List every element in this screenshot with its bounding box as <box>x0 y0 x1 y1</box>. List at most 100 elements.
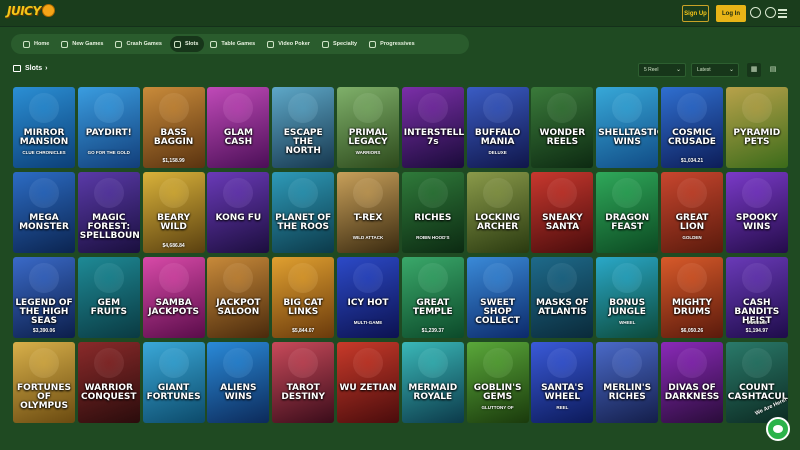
top-bar: JUICY Sign Up Log In <box>0 0 800 27</box>
game-tile[interactable]: SWEET SHOP COLLECT <box>466 257 529 338</box>
game-tile[interactable]: WONDER REELS <box>531 87 594 168</box>
game-art <box>482 263 513 293</box>
game-tile[interactable]: SANTA'S WHEEL REEL <box>531 342 594 423</box>
game-tile[interactable]: MAGIC FOREST: SPELLBOUND <box>77 172 140 253</box>
user-icon[interactable] <box>750 7 761 18</box>
game-art <box>29 178 59 208</box>
nav-item-specialty[interactable]: Specialty <box>318 36 363 52</box>
game-tile[interactable]: FORTUNES OF OLYMPUS <box>13 342 75 423</box>
game-tile[interactable]: PLANET OF THE ROOS <box>272 172 335 253</box>
game-tile[interactable]: JACKPOT SALOON <box>207 257 270 338</box>
game-title: FORTUNES OF OLYMPUS <box>17 383 71 411</box>
game-title: PRIMAL LEGACY <box>348 128 388 147</box>
game-tile[interactable]: KONG FU <box>207 172 270 253</box>
game-tile[interactable]: LEGEND OF THE HIGH SEAS $3,390.06 <box>13 257 75 338</box>
nav-item-video-poker[interactable]: Video Poker <box>263 36 316 52</box>
game-title: T-REX <box>353 213 383 223</box>
nav-item-crash-games[interactable]: Crash Games <box>111 36 167 52</box>
game-tile[interactable]: GLAM CASH <box>207 87 270 168</box>
game-tile[interactable]: GREAT LION GOLDEN <box>661 172 723 253</box>
section-title[interactable]: Slots › <box>13 65 47 72</box>
game-tile[interactable]: TAROT DESTINY <box>272 342 335 423</box>
sort-select[interactable]: Latest ⌄ <box>691 63 739 77</box>
game-tile[interactable]: DIVAS OF DARKNESS <box>661 342 723 423</box>
game-tile[interactable]: RICHES ROBIN HOOD'S <box>401 172 464 253</box>
game-tile[interactable]: SPOOKY WINS <box>725 172 788 253</box>
menu-icon[interactable] <box>778 7 789 18</box>
game-tile[interactable]: SAMBA JACKPOTS <box>142 257 205 338</box>
game-art <box>547 263 578 293</box>
game-tile[interactable]: MIRROR MANSION CLUE CHRONICLES <box>13 87 75 168</box>
game-title: DIVAS OF DARKNESS <box>664 383 720 402</box>
game-tile[interactable]: DRAGON FEAST <box>596 172 659 253</box>
nav-item-home[interactable]: Home <box>19 36 55 52</box>
game-title: GEM FRUITS <box>90 298 127 317</box>
game-tile[interactable]: BIG CAT LINKS $5,844.07 <box>272 257 335 338</box>
game-tile[interactable]: COSMIC CRUSADE $1,034.21 <box>661 87 723 168</box>
game-tile[interactable]: CASH BANDITS HEIST MUSEUM $1,194.97 <box>725 257 788 338</box>
grid-view-button[interactable]: ▦ <box>747 63 761 77</box>
game-art <box>482 348 513 378</box>
game-tile[interactable]: MASKS OF ATLANTIS <box>531 257 594 338</box>
game-tile[interactable]: GIANT FORTUNES <box>142 342 205 423</box>
nav-item-new-games[interactable]: New Games <box>57 36 109 52</box>
nav-item-table-games[interactable]: Table Games <box>206 36 261 52</box>
game-tile[interactable]: SNEAKY SANTA <box>531 172 594 253</box>
game-tile[interactable]: BONUS JUNGLE WHEEL <box>596 257 659 338</box>
chat-button[interactable] <box>766 417 790 441</box>
game-tile[interactable]: BEARY WILD $4,686.84 <box>142 172 205 253</box>
game-tile[interactable]: MIGHTY DRUMS $6,050.26 <box>661 257 723 338</box>
nav-item-label: Video Poker <box>278 41 310 47</box>
slots-icon <box>13 65 21 72</box>
game-title: LEGEND OF THE HIGH SEAS <box>15 298 73 326</box>
nav-item-slots[interactable]: Slots <box>169 36 205 52</box>
game-tile[interactable]: GOBLIN'S GEMS GLUTTONY OF <box>466 342 529 423</box>
support-icon[interactable] <box>765 7 776 18</box>
game-tile[interactable]: GEM FRUITS <box>77 257 140 338</box>
game-tile[interactable]: WU ZETIAN <box>337 342 399 423</box>
game-art <box>677 93 707 123</box>
game-tile[interactable]: MERMAID ROYALE <box>401 342 464 423</box>
game-tile[interactable]: MEGA MONSTER <box>13 172 75 253</box>
game-subtitle: WARRIORS <box>355 150 381 155</box>
nav-item-progressives[interactable]: Progressives <box>365 36 421 52</box>
logo[interactable]: JUICY <box>7 4 55 18</box>
game-art <box>547 348 578 378</box>
game-title: ICY HOT <box>347 298 389 308</box>
poker-icon <box>267 40 275 48</box>
game-tile[interactable]: ESCAPE THE NORTH <box>272 87 335 168</box>
game-title: PLANET OF THE ROOS <box>275 213 332 232</box>
nav-item-label: Specialty <box>332 41 358 47</box>
game-tile[interactable]: PYRAMID PETS <box>725 87 788 168</box>
game-subtitle: MUSEUM <box>746 320 767 325</box>
game-tile[interactable]: MERLIN'S RICHES <box>596 342 659 423</box>
game-title: LOCKING ARCHER <box>475 213 521 232</box>
signup-button[interactable]: Sign Up <box>682 5 709 22</box>
nav-item-label: Home <box>34 41 50 47</box>
chat-icon <box>773 425 783 433</box>
game-title: COSMIC CRUSADE <box>668 128 716 147</box>
game-tile[interactable]: PRIMAL LEGACY WARRIORS <box>337 87 399 168</box>
list-view-button[interactable]: ▤ <box>766 63 780 77</box>
game-tile[interactable]: GREAT TEMPLE $1,239.37 <box>401 257 464 338</box>
game-tile[interactable]: BASS BAGGIN $1,158.99 <box>142 87 205 168</box>
game-title: MIRROR MANSION <box>19 128 69 147</box>
game-art <box>288 348 319 378</box>
game-tile[interactable]: ALIENS WINS <box>207 342 270 423</box>
login-button[interactable]: Log In <box>716 5 746 22</box>
game-tile[interactable]: BUFFALO MANIA DELUXE <box>466 87 529 168</box>
game-tile[interactable]: PAYDIRT! GO FOR THE GOLD <box>77 87 140 168</box>
chevron-down-icon: ⌄ <box>728 67 734 73</box>
game-tile[interactable]: ICY HOT MULTI-GAME <box>337 257 399 338</box>
game-art <box>288 263 319 293</box>
game-art <box>93 93 124 123</box>
game-title: WU ZETIAN <box>339 383 397 393</box>
game-tile[interactable]: WARRIOR CONQUEST <box>77 342 140 423</box>
game-tile[interactable]: LOCKING ARCHER <box>466 172 529 253</box>
game-tile[interactable]: T-REX WILD ATTACK <box>337 172 399 253</box>
game-tile[interactable]: SHELLTASTIC WINS <box>596 87 659 168</box>
chevron-down-icon: ⌄ <box>675 67 681 73</box>
home-icon <box>23 40 30 48</box>
reel-filter-select[interactable]: 5 Reel ⌄ <box>638 63 686 77</box>
game-tile[interactable]: INTERSTELLAR 7s <box>401 87 464 168</box>
